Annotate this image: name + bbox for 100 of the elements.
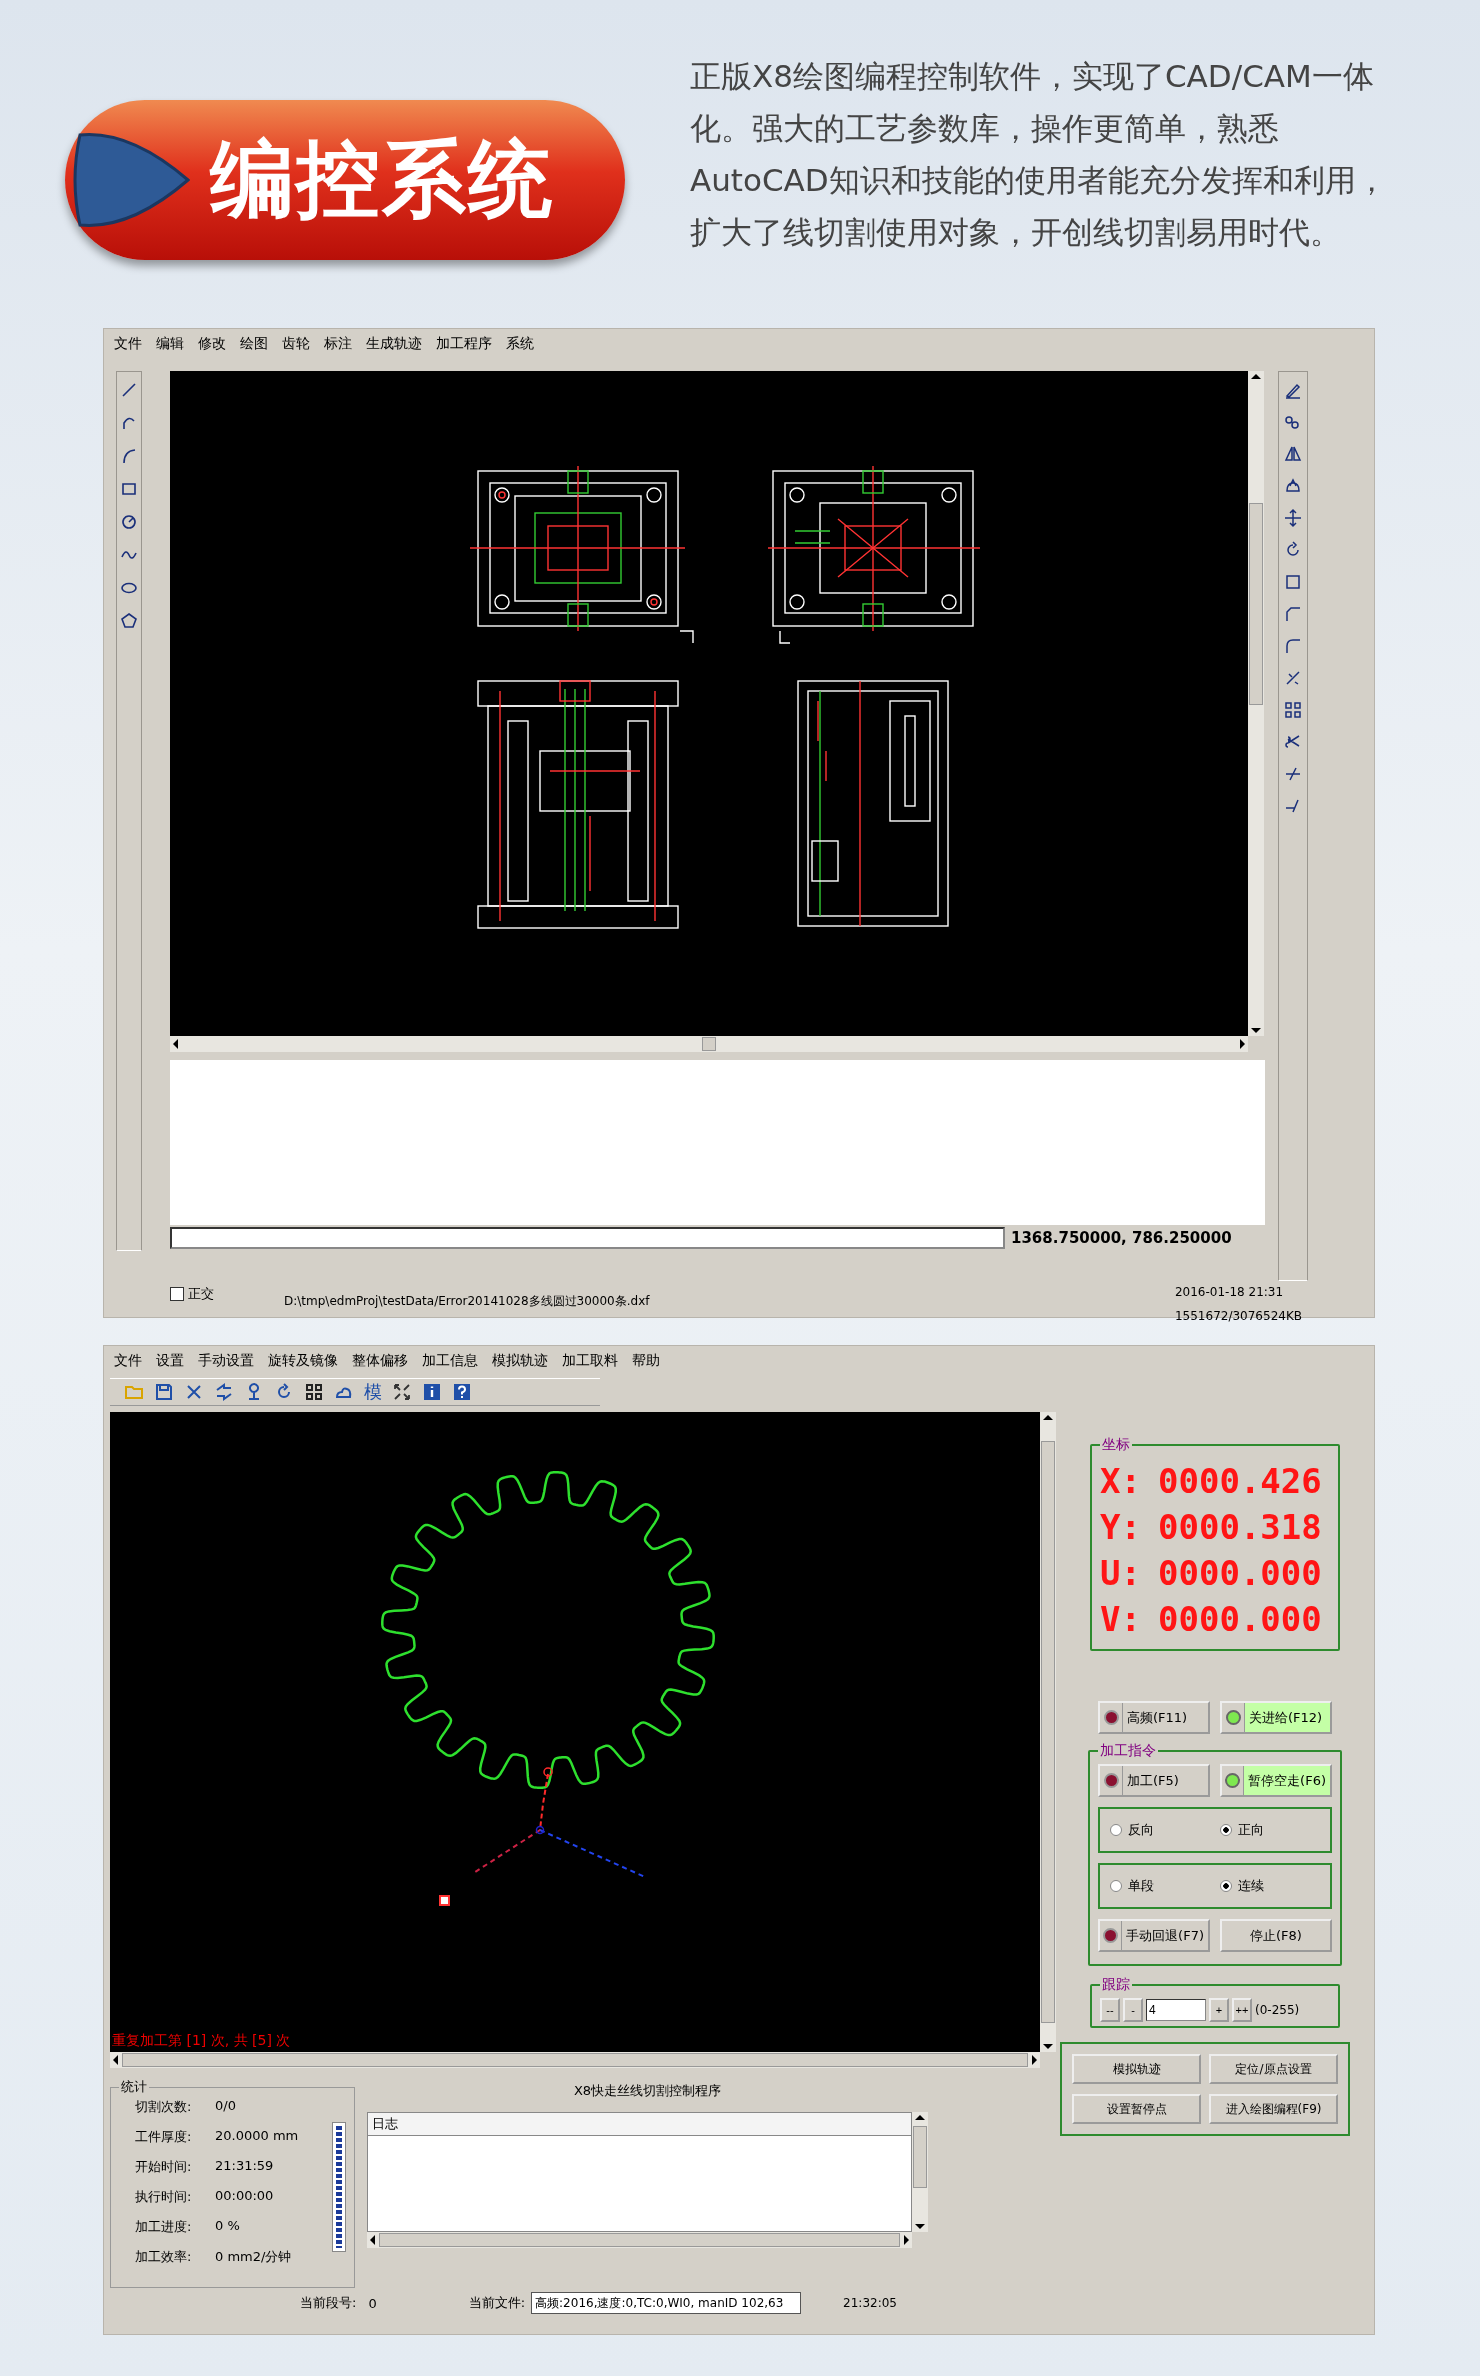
file-path: D:\tmp\edmProj\testData/Error20141028多线圆过30000条.dxf <box>284 1293 650 1310</box>
command-title: 加工指令 <box>1099 1742 1157 1760</box>
current-file-label: 当前文件: <box>468 2294 526 2312</box>
axis-value: 0000.000 <box>1158 1553 1322 1593</box>
menu-item[interactable]: 模拟轨迹 <box>492 1352 548 1372</box>
lamp-button[interactable]: 关进给(F12) <box>1220 1701 1332 1734</box>
menu-item[interactable]: 帮助 <box>632 1352 660 1372</box>
step-button[interactable]: ++ <box>1232 1998 1252 2022</box>
arrows-icon[interactable] <box>214 1382 234 1402</box>
menu-item[interactable]: 设置 <box>156 1352 184 1372</box>
step-button[interactable]: -- <box>1100 1998 1120 2022</box>
menu-item[interactable]: 旋转及镜像 <box>268 1352 338 1372</box>
clock: 21:32:05 <box>843 2296 897 2310</box>
axis-value: 0000.000 <box>1158 1599 1322 1639</box>
vertical-scrollbar[interactable] <box>1040 1412 1056 2052</box>
radio-button[interactable] <box>1220 1824 1232 1836</box>
axis-label: Y: <box>1100 1507 1142 1547</box>
date-time: 2016-01-18 21:31 <box>1174 1285 1285 1299</box>
stat-label: 开始时间: <box>135 2158 193 2176</box>
radio-button[interactable] <box>1110 1824 1122 1836</box>
action-button[interactable]: 进入绘图编程(F9) <box>1209 2094 1338 2124</box>
stat-label: 执行时间: <box>135 2188 193 2206</box>
horizontal-scrollbar[interactable] <box>110 2052 1040 2068</box>
menu-item[interactable]: 加工取料 <box>562 1352 618 1372</box>
menu-item[interactable]: 标注 <box>324 335 352 355</box>
log-header: 日志 <box>368 2113 911 2136</box>
lamp-button[interactable]: 加工(F5) <box>1098 1764 1210 1797</box>
repeat-status: 重复加工第 [1] 次, 共 [5] 次 <box>112 2032 291 2050</box>
radio-button[interactable] <box>1110 1880 1122 1892</box>
stat-label: 切割次数: <box>135 2098 193 2116</box>
horizontal-scrollbar[interactable] <box>170 1036 1248 1052</box>
cursor-coordinates: 1368.750000, 786.250000 <box>1011 1229 1232 1247</box>
tracking-title: 跟踪 <box>1101 1976 1131 1994</box>
step-button[interactable]: + <box>1209 1998 1229 2022</box>
menu-item[interactable]: 生成轨迹 <box>366 335 422 355</box>
radio-label: 连续 <box>1238 1877 1264 1895</box>
menu-item[interactable]: 齿轮 <box>282 335 310 355</box>
stat-label: 加工进度: <box>135 2218 193 2236</box>
menu-item[interactable]: 手动设置 <box>198 1352 254 1372</box>
lamp-button[interactable]: 高频(F11) <box>1098 1701 1210 1734</box>
info-icon[interactable] <box>422 1382 442 1402</box>
ortho-checkbox[interactable] <box>170 1287 184 1301</box>
horizontal-scrollbar[interactable] <box>367 2232 912 2248</box>
stat-value: 20.0000 mm <box>215 2128 299 2145</box>
pentagon-icon[interactable] <box>119 611 139 631</box>
memory-usage: 1551672/3076524KB <box>1174 1309 1302 1323</box>
coordinates-title: 坐标 <box>1101 1436 1131 1454</box>
menu-item[interactable]: 文件 <box>114 1352 142 1372</box>
radio-label: 正向 <box>1238 1821 1264 1839</box>
menu-item[interactable]: 绘图 <box>240 335 268 355</box>
menu-item[interactable]: 加工信息 <box>422 1352 478 1372</box>
command-input[interactable] <box>170 1227 1005 1249</box>
action-button[interactable]: 定位/原点设置 <box>1209 2054 1338 2084</box>
fillet-icon[interactable] <box>1283 636 1303 656</box>
menu-item[interactable]: 文件 <box>114 335 142 355</box>
lamp-button[interactable]: 手动回退(F7) <box>1098 1919 1210 1952</box>
vertical-scrollbar[interactable] <box>1248 371 1264 1036</box>
description-paragraph: 正版X8绘图编程控制软件，实现了CAD/CAM一体化。强大的工艺参数库，操作更简单，熟悉AutoCAD知识和技能的使用者能充分发挥和利用，扩大了线切割使用对象，开创线切割易用时代。 <box>690 57 1388 252</box>
radio-button[interactable] <box>1220 1880 1232 1892</box>
stat-label: 工件厚度: <box>135 2128 193 2146</box>
menu-item[interactable]: 加工程序 <box>436 335 492 355</box>
axis-label: X: <box>1100 1461 1142 1501</box>
lamp-button[interactable]: 暂停空走(F6) <box>1220 1764 1332 1797</box>
axis-value: 0000.426 <box>1158 1461 1322 1501</box>
stop-button[interactable]: 停止(F8) <box>1220 1919 1332 1952</box>
stat-value: 0 mm2/分钟 <box>215 2248 292 2266</box>
range-hint: (0-255) <box>1255 2003 1300 2017</box>
axis-label: U: <box>1100 1553 1142 1593</box>
scale-icon[interactable] <box>1283 572 1303 592</box>
menu-item[interactable]: 系统 <box>506 335 534 355</box>
radio-label: 单段 <box>1128 1877 1154 1895</box>
segment-value: 0 <box>368 2295 377 2311</box>
menu-item[interactable]: 整体偏移 <box>352 1352 408 1372</box>
current-file-field[interactable]: 高频:2016,速度:0,TC:0,WI0, manID 102,63 <box>531 2292 802 2314</box>
help-icon[interactable] <box>452 1382 472 1402</box>
radio-label: 反向 <box>1128 1821 1154 1839</box>
statistics-title: 统计 <box>120 2078 148 2096</box>
step-button[interactable]: - <box>1123 1998 1143 2022</box>
expand-icon[interactable] <box>392 1382 412 1402</box>
banner-title: 编控系统 <box>210 129 554 230</box>
action-button[interactable]: 设置暂停点 <box>1072 2094 1201 2124</box>
array-icon[interactable] <box>1283 700 1303 720</box>
tracking-field[interactable]: 4 <box>1146 1999 1206 2021</box>
program-title: X8快走丝线切割控制程序 <box>573 2082 722 2100</box>
vertical-scrollbar[interactable] <box>912 2112 928 2232</box>
stat-value: 0 % <box>215 2218 240 2235</box>
save-icon[interactable] <box>154 1382 174 1402</box>
chamfer-icon[interactable] <box>1283 604 1303 624</box>
stat-value: 21:31:59 <box>215 2158 274 2175</box>
mirror-icon[interactable] <box>1283 444 1303 464</box>
menu-item[interactable]: 修改 <box>198 335 226 355</box>
move-icon[interactable] <box>1283 508 1303 528</box>
axis-label: V: <box>1100 1599 1142 1639</box>
segment-label: 当前段号: <box>300 2294 357 2312</box>
grid-icon[interactable] <box>304 1382 324 1402</box>
action-button[interactable]: 模拟轨迹 <box>1072 2054 1201 2084</box>
stat-label: 加工效率: <box>135 2248 193 2266</box>
toolbar-button[interactable]: 模 <box>364 1380 382 1404</box>
stat-value: 00:00:00 <box>215 2188 274 2205</box>
menu-item[interactable]: 编辑 <box>156 335 184 355</box>
